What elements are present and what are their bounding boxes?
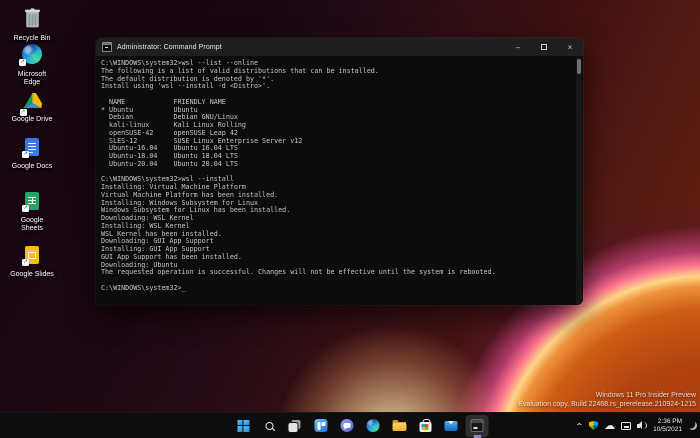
edge-icon [367, 419, 380, 432]
desktop-icon-recycle-bin[interactable]: Recycle Bin [5, 8, 59, 43]
console-output[interactable]: C:\WINDOWS\system32>wsl --list --online … [96, 56, 575, 305]
scrollbar-thumb[interactable] [577, 59, 581, 74]
command-prompt-icon [102, 42, 112, 52]
console-scrollbar[interactable] [576, 57, 582, 304]
desktop-icon-label: Google Sheets [5, 217, 59, 233]
store-icon [419, 422, 431, 432]
google-slides-icon: ↗ [25, 246, 39, 264]
widgets-button[interactable] [310, 415, 333, 437]
desktop-wallpaper: Recycle Bin ↗ Microsoft Edge ↗ Google Dr… [0, 0, 700, 438]
tray-overflow-button[interactable]: ⌃ [575, 424, 584, 430]
system-tray: ⌃ ☁ 2:36 PM 10/5/2021 [576, 413, 697, 438]
desktop-icon-label: Microsoft Edge [5, 71, 59, 87]
focus-assist-moon-icon[interactable] [688, 421, 697, 430]
maximize-button[interactable] [531, 38, 557, 56]
minimize-button[interactable]: – [505, 38, 531, 56]
edge-icon: ↗ [22, 44, 42, 64]
task-view-icon [289, 420, 302, 432]
desktop-icon-label: Recycle Bin [5, 35, 59, 43]
shortcut-arrow-icon: ↗ [19, 59, 26, 66]
taskbar: ⌃ ☁ 2:36 PM 10/5/2021 [0, 412, 700, 438]
mail-button[interactable] [440, 415, 463, 437]
desktop-icon-label: Google Docs [5, 163, 59, 171]
close-button[interactable]: × [557, 38, 583, 56]
recycle-bin-icon [24, 8, 41, 33]
clock-time: 2:36 PM [653, 418, 682, 426]
close-icon: × [568, 43, 573, 52]
volume-icon[interactable] [637, 421, 647, 430]
desktop-icon-google-sheets[interactable]: ↗ Google Sheets [5, 192, 59, 233]
taskbar-search-button[interactable] [258, 415, 281, 437]
watermark-line1: Windows 11 Pro Insider Preview [518, 391, 696, 400]
desktop-icon-microsoft-edge[interactable]: ↗ Microsoft Edge [5, 44, 59, 87]
watermark-line2: Evaluation copy. Build 22468.rs_prerelea… [518, 400, 696, 409]
shortcut-arrow-icon: ↗ [22, 151, 29, 158]
desktop-icon-label: Google Drive [5, 116, 59, 124]
google-docs-icon: ↗ [25, 138, 39, 156]
file-explorer-button[interactable] [388, 415, 411, 437]
command-prompt-taskbar-button[interactable] [466, 415, 489, 437]
shortcut-arrow-icon: ↗ [22, 259, 29, 266]
console-text: C:\WINDOWS\system32>wsl --list --online … [101, 60, 575, 293]
minimize-icon: – [516, 43, 520, 52]
edge-taskbar-button[interactable] [362, 415, 385, 437]
microsoft-store-button[interactable] [414, 415, 437, 437]
windows-start-icon [237, 420, 249, 432]
taskbar-center-icons [232, 415, 489, 437]
widgets-icon [315, 419, 328, 432]
taskbar-clock[interactable]: 2:36 PM 10/5/2021 [653, 418, 682, 434]
window-titlebar[interactable]: Administrator: Command Prompt – × [96, 38, 583, 56]
desktop-icon-google-drive[interactable]: ↗ Google Drive [5, 92, 59, 124]
file-explorer-icon [392, 420, 406, 431]
chat-button[interactable] [336, 415, 359, 437]
teams-chat-icon [341, 419, 354, 432]
search-icon [265, 422, 273, 430]
insider-watermark: Windows 11 Pro Insider Preview Evaluatio… [518, 391, 696, 409]
desktop-icon-google-docs[interactable]: ↗ Google Docs [5, 138, 59, 171]
task-view-button[interactable] [284, 415, 307, 437]
shortcut-arrow-icon: ↗ [20, 109, 27, 116]
windows-security-icon[interactable] [589, 421, 598, 430]
mail-icon [445, 421, 458, 431]
desktop-icon-google-slides[interactable]: ↗ Google Slides [5, 246, 59, 279]
command-prompt-icon [471, 419, 484, 432]
onedrive-cloud-icon[interactable]: ☁ [604, 421, 615, 431]
google-sheets-icon: ↗ [25, 192, 39, 210]
start-button[interactable] [232, 415, 255, 437]
maximize-icon [541, 44, 547, 50]
clock-date: 10/5/2021 [653, 426, 682, 434]
shortcut-arrow-icon: ↗ [22, 205, 29, 212]
desktop-icon-label: Google Slides [5, 271, 59, 279]
google-drive-icon: ↗ [23, 92, 42, 114]
command-prompt-window: Administrator: Command Prompt – × C:\WIN… [96, 38, 583, 305]
network-icon[interactable] [621, 422, 631, 430]
window-title: Administrator: Command Prompt [117, 44, 505, 51]
